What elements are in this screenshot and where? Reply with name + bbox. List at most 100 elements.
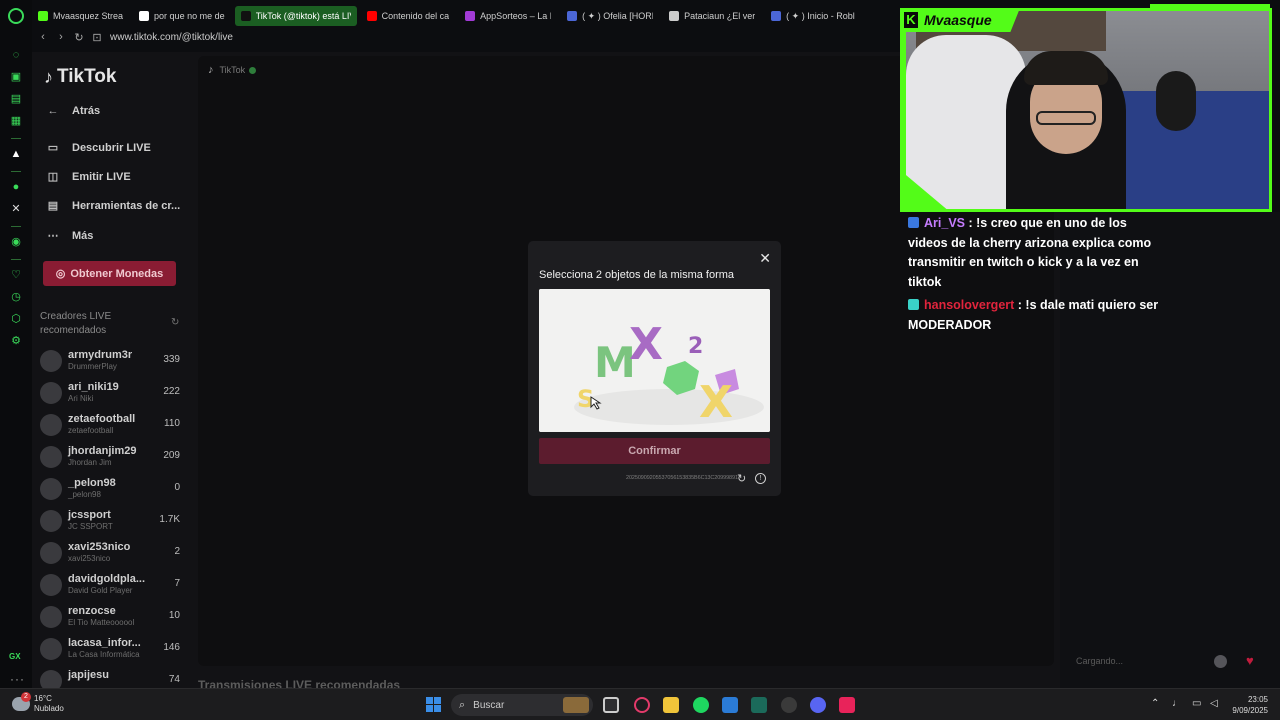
chat-input[interactable]: Cargando... bbox=[1068, 652, 1208, 670]
creator-list-item[interactable]: jcssport JC SSPORT 1.7K bbox=[40, 507, 182, 537]
bag-icon[interactable]: ▣ bbox=[9, 70, 23, 84]
creator-list-item[interactable]: _pelon98 _pelon98 0 bbox=[40, 475, 182, 505]
emoji-icon[interactable] bbox=[1214, 655, 1227, 668]
tiktok-logo[interactable]: ♪ TikTok bbox=[44, 66, 116, 88]
captcha-scene[interactable]: M X 2 X S bbox=[539, 289, 770, 432]
tab-title: Contenido del ca bbox=[381, 11, 450, 21]
host-name: TikTok bbox=[219, 65, 246, 75]
store-icon[interactable] bbox=[722, 697, 738, 713]
creator-name: davidgoldpla... bbox=[68, 573, 146, 585]
creator-list-item[interactable]: zetaefootball zetaefootball 110 bbox=[40, 411, 182, 441]
settings-gear-icon[interactable]: ⚙ bbox=[9, 334, 23, 348]
tiktok-menu-item[interactable]: ▤ Herramientas de cr... bbox=[46, 199, 196, 213]
weather-temp: 16°C bbox=[34, 694, 52, 703]
ai-icon[interactable]: ▲ bbox=[9, 147, 23, 161]
spotify-icon[interactable] bbox=[693, 697, 709, 713]
back-icon[interactable]: ‹ bbox=[36, 31, 50, 43]
gx-control-label[interactable]: GX bbox=[9, 652, 21, 661]
info-icon[interactable]: ! bbox=[755, 473, 766, 484]
tiktok-menu-item[interactable]: ▭ Descubrir LIVE bbox=[46, 141, 196, 155]
captcha-refresh-icon[interactable]: ↻ bbox=[737, 472, 746, 485]
creator-subtitle: xavi253nico bbox=[68, 554, 111, 563]
avatar bbox=[40, 542, 62, 564]
tiktok-menu-item[interactable]: ◫ Emitir LIVE bbox=[46, 170, 196, 184]
sidebar-divider bbox=[11, 226, 21, 227]
url-field[interactable]: www.tiktok.com/@tiktok/live bbox=[110, 32, 233, 43]
creator-subtitle: Ari Niki bbox=[68, 394, 94, 403]
shape-x-purple[interactable]: X bbox=[629, 319, 663, 370]
viewer-count: 10 bbox=[168, 610, 180, 621]
browser-tab[interactable]: TikTok (@tiktok) está LIVE bbox=[234, 6, 357, 26]
tab-title: Pataciaun ¿El ver bbox=[684, 11, 756, 21]
browser-tab[interactable]: ( ✦ ) Ofelia [HORR bbox=[561, 6, 659, 26]
captcha-image[interactable]: M X 2 X S bbox=[539, 289, 770, 432]
heart-like-icon[interactable]: ♥ bbox=[1246, 653, 1254, 668]
volume-icon[interactable]: ◁ bbox=[1210, 698, 1218, 709]
microphone-icon[interactable]: ♩ bbox=[1172, 698, 1182, 709]
browser-tab[interactable]: Contenido del ca bbox=[361, 6, 456, 26]
creator-list-item[interactable]: ari_niki19 Ari Niki 222 bbox=[40, 379, 182, 409]
system-clock[interactable]: 23:05 9/09/2025 bbox=[1226, 694, 1268, 716]
sidebar-divider bbox=[11, 259, 21, 260]
plush-toy bbox=[1156, 71, 1196, 131]
chat-message: hansolovergert : !s dale mati quiero ser… bbox=[908, 296, 1168, 335]
terminal-icon[interactable] bbox=[751, 697, 767, 713]
creator-name: _pelon98 bbox=[68, 477, 116, 489]
chat-username[interactable]: hansolovergert bbox=[924, 298, 1014, 312]
refresh-ring-icon[interactable]: ◌ bbox=[9, 48, 23, 62]
creator-list-item[interactable]: armydrum3r DrummerPlay 339 bbox=[40, 347, 182, 377]
creator-list-item[interactable]: davidgoldpla... David Gold Player 7 bbox=[40, 571, 182, 601]
mail-icon[interactable]: ▦ bbox=[9, 114, 23, 128]
history-icon[interactable]: ◷ bbox=[9, 290, 23, 304]
reload-icon[interactable]: ↻ bbox=[72, 31, 86, 44]
browser-sidebar: ◌ ▣ ▤ ▦ ▲ ● ✕ ◉ ♡ ◷ ⬡ ⚙ GX ··· bbox=[0, 0, 32, 688]
player-icon[interactable]: ◉ bbox=[9, 235, 23, 249]
discord-icon[interactable] bbox=[810, 697, 826, 713]
refresh-icon[interactable]: ↻ bbox=[171, 317, 179, 328]
tiktok-menu-item[interactable]: ⋯ Más bbox=[46, 229, 196, 243]
creator-list-item[interactable]: renzocse El Tio Matteoooool 10 bbox=[40, 603, 182, 633]
creator-list-item[interactable]: lacasa_infor... La Casa Informática 146 bbox=[40, 635, 182, 665]
tiktok-menu-item[interactable]: ← Atrás bbox=[46, 105, 196, 117]
heart-icon[interactable]: ♡ bbox=[9, 268, 23, 282]
sidebar-divider bbox=[11, 138, 21, 139]
browser-tab[interactable]: AppSorteos – La P bbox=[459, 6, 557, 26]
extensions-icon[interactable]: ⬡ bbox=[9, 312, 23, 326]
tab-favicon-icon bbox=[567, 11, 578, 21]
browser-tab[interactable]: Pataciaun ¿El ver bbox=[663, 6, 761, 26]
task-view-icon[interactable] bbox=[603, 697, 619, 713]
news-icon[interactable]: ▤ bbox=[9, 92, 23, 106]
browser-tab[interactable]: ( ✦ ) Inicio - Robl bbox=[765, 6, 861, 26]
creator-name: armydrum3r bbox=[68, 349, 133, 361]
weather-widget[interactable]: 2 16°C Nublado bbox=[12, 692, 64, 714]
close-icon[interactable]: ✕ bbox=[759, 250, 771, 267]
browser-tab[interactable]: por que no me de bbox=[133, 6, 231, 26]
tray-chevron-icon[interactable]: ⌃ bbox=[1151, 698, 1159, 709]
windows-start-icon[interactable] bbox=[426, 697, 441, 712]
opera-gx-taskbar-icon[interactable] bbox=[634, 697, 650, 713]
forward-icon[interactable]: › bbox=[54, 31, 68, 43]
obs-icon[interactable] bbox=[781, 697, 797, 713]
creator-name: jhordanjim29 bbox=[68, 445, 137, 457]
file-explorer-icon[interactable] bbox=[663, 697, 679, 713]
creator-list-item[interactable]: jhordanjim29 Jhordan Jim 209 bbox=[40, 443, 182, 473]
cloud-icon: 2 bbox=[12, 692, 31, 711]
get-coins-button[interactable]: ◎ Obtener Monedas bbox=[43, 261, 176, 286]
chat-username[interactable]: Ari_VS bbox=[924, 216, 965, 230]
whatsapp-icon[interactable]: ● bbox=[9, 180, 23, 194]
more-dots-icon[interactable]: ··· bbox=[10, 672, 25, 686]
shape-two[interactable]: 2 bbox=[688, 334, 703, 359]
avatar bbox=[40, 606, 62, 628]
confirm-button[interactable]: Confirmar bbox=[539, 438, 770, 464]
creator-list-item[interactable]: xavi253nico xavi253nico 2 bbox=[40, 539, 182, 569]
shape-x-yellow[interactable]: X bbox=[699, 377, 733, 428]
display-icon[interactable]: ▭ bbox=[1192, 698, 1201, 709]
tiktok-small-icon: ♪ bbox=[208, 64, 214, 76]
browser-tab[interactable]: Mvaasquez Strea bbox=[32, 6, 129, 26]
tab-favicon-icon bbox=[38, 11, 48, 21]
opera-gx-logo-icon[interactable] bbox=[8, 8, 24, 24]
x-icon[interactable]: ✕ bbox=[9, 202, 23, 216]
tools-icon: ▤ bbox=[47, 200, 59, 212]
tiktok-taskbar-icon[interactable] bbox=[839, 697, 855, 713]
search-highlight-icon[interactable] bbox=[563, 697, 589, 713]
